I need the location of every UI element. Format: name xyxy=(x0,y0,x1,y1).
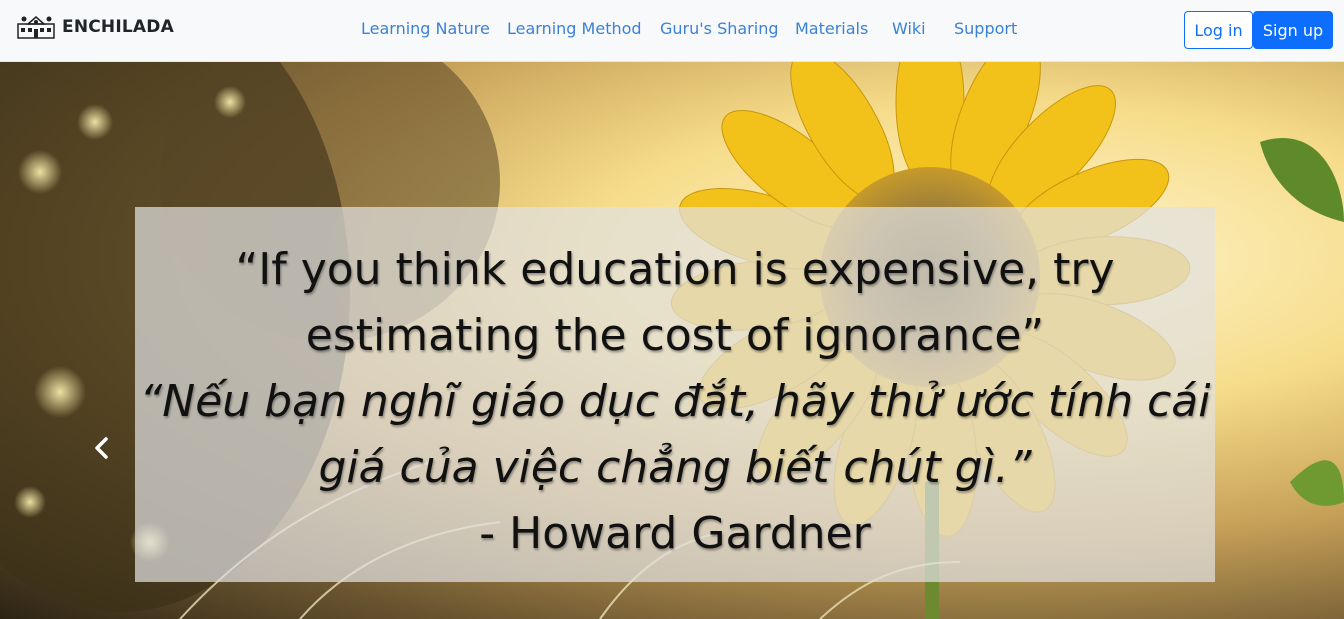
navbar: ENCHILADA Learning Nature Learning Metho… xyxy=(0,0,1344,62)
nav-link-materials[interactable]: Materials xyxy=(795,19,868,38)
chevron-left-icon xyxy=(95,437,108,459)
brand[interactable]: ENCHILADA xyxy=(16,12,174,42)
nav-link-support[interactable]: Support xyxy=(954,19,1017,38)
carousel-prev-button[interactable] xyxy=(84,428,120,468)
hero-carousel: “If you think education is expensive, tr… xyxy=(0,62,1344,619)
quote-box: “If you think education is expensive, tr… xyxy=(135,207,1215,582)
quote-author: - Howard Gardner xyxy=(479,508,871,559)
quote-english: “If you think education is expensive, tr… xyxy=(235,244,1115,361)
brand-name: ENCHILADA xyxy=(62,17,174,37)
signup-button[interactable]: Sign up xyxy=(1253,11,1333,49)
nav-link-learning-method[interactable]: Learning Method xyxy=(507,19,642,38)
nav-link-gurus-sharing[interactable]: Guru's Sharing xyxy=(660,19,779,38)
nav-link-learning-nature[interactable]: Learning Nature xyxy=(361,19,490,38)
nav-link-wiki[interactable]: Wiki xyxy=(892,19,926,38)
login-button[interactable]: Log in xyxy=(1184,11,1253,49)
quote-vietnamese: “Nếu bạn nghĩ giáo dục đắt, hãy thử ước … xyxy=(139,376,1211,493)
school-building-icon xyxy=(17,16,55,39)
